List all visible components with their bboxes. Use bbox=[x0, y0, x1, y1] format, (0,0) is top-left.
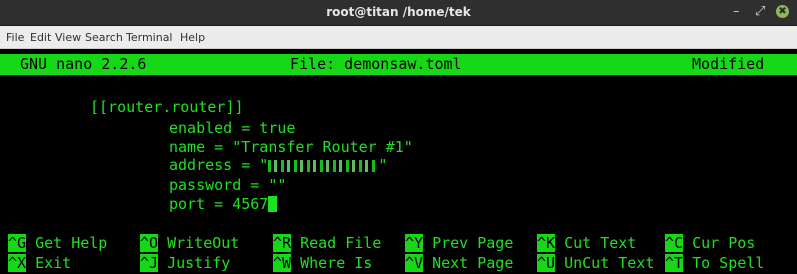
shortcut-label: Read File bbox=[300, 234, 382, 252]
shortcut-label: Next Page bbox=[432, 254, 514, 272]
menu-file[interactable]: File bbox=[6, 31, 24, 44]
menu-edit[interactable]: Edit bbox=[30, 31, 51, 44]
shortcut-next-page[interactable]: ^V Next Page bbox=[405, 254, 513, 272]
shortcut-exit[interactable]: ^X Exit bbox=[8, 254, 71, 272]
editor-line-address: address = " " bbox=[169, 156, 387, 174]
shortcut-key: ^K bbox=[537, 234, 556, 252]
shortcut-prev-page[interactable]: ^Y Prev Page bbox=[405, 234, 513, 252]
shortcut-key: ^U bbox=[537, 254, 556, 272]
editor-line: password = "" bbox=[169, 176, 287, 194]
shortcut-label: To Spell bbox=[692, 254, 765, 272]
shortcut-label: Where Is bbox=[300, 254, 373, 272]
text-cursor bbox=[268, 196, 278, 212]
port-text: port = 4567 bbox=[169, 195, 269, 213]
shortcut-cut-text[interactable]: ^K Cut Text bbox=[537, 234, 636, 252]
shortcut-label: Exit bbox=[35, 254, 72, 272]
shortcut-key: ^Y bbox=[405, 234, 424, 252]
menu-help[interactable]: Help bbox=[180, 31, 205, 44]
shortcut-key: ^V bbox=[405, 254, 424, 272]
window-title: root@titan /home/tek bbox=[326, 5, 471, 19]
address-close: " bbox=[378, 156, 388, 174]
shortcut-label: UnCut Text bbox=[564, 254, 655, 272]
window-titlebar[interactable]: root@titan /home/tek – ⤢ ✖ bbox=[0, 0, 797, 26]
shortcut-label: WriteOut bbox=[167, 234, 240, 252]
terminal-area[interactable]: GNU nano 2.2.6 File: demonsaw.toml Modif… bbox=[0, 49, 797, 274]
shortcut-label: Justify bbox=[167, 254, 231, 272]
shortcut-key: ^G bbox=[8, 234, 27, 252]
shortcut-label: Prev Page bbox=[432, 234, 514, 252]
shortcut-key: ^W bbox=[273, 254, 292, 272]
maximize-icon[interactable]: ⤢ bbox=[755, 4, 765, 19]
minimize-icon[interactable]: – bbox=[733, 4, 740, 19]
menu-view[interactable]: View bbox=[55, 31, 81, 44]
shortcut-where-is[interactable]: ^W Where Is bbox=[273, 254, 372, 272]
editor-line: enabled = true bbox=[169, 119, 296, 137]
shortcut-writeout[interactable]: ^O WriteOut bbox=[140, 234, 239, 252]
shortcut-justify[interactable]: ^J Justify bbox=[140, 254, 230, 272]
shortcut-key: ^J bbox=[140, 254, 159, 272]
shortcut-key: ^R bbox=[273, 234, 292, 252]
editor-line: name = "Transfer Router #1" bbox=[169, 138, 413, 156]
shortcut-to-spell[interactable]: ^T To Spell bbox=[665, 254, 764, 272]
shortcut-key: ^O bbox=[140, 234, 159, 252]
shortcut-cur-pos[interactable]: ^C Cur Pos bbox=[665, 234, 755, 252]
shortcut-get-help[interactable]: ^G Get Help bbox=[8, 234, 107, 252]
menu-search[interactable]: Search bbox=[85, 31, 123, 44]
shortcut-label: Get Help bbox=[35, 234, 108, 252]
shortcut-uncut-text[interactable]: ^U UnCut Text bbox=[537, 254, 654, 272]
menubar: File Edit View Search Terminal Help bbox=[0, 26, 797, 49]
nano-header-bar: GNU nano 2.2.6 File: demonsaw.toml Modif… bbox=[0, 54, 797, 75]
redacted-address bbox=[268, 160, 379, 172]
shortcut-label: Cur Pos bbox=[692, 234, 756, 252]
shortcut-key: ^C bbox=[665, 234, 684, 252]
close-icon[interactable]: ✖ bbox=[776, 5, 789, 18]
editor-line: [[router.router]] bbox=[90, 98, 244, 116]
nano-status: Modified bbox=[692, 55, 765, 73]
shortcut-key: ^T bbox=[665, 254, 684, 272]
shortcut-key: ^X bbox=[8, 254, 27, 272]
shortcut-label: Cut Text bbox=[564, 234, 637, 252]
nano-filename: File: demonsaw.toml bbox=[290, 55, 462, 73]
editor-line-port: port = 4567 bbox=[169, 195, 278, 213]
nano-version: GNU nano 2.2.6 bbox=[20, 55, 147, 73]
address-prefix: address = " bbox=[169, 156, 269, 174]
shortcut-read-file[interactable]: ^R Read File bbox=[273, 234, 381, 252]
menu-terminal[interactable]: Terminal bbox=[126, 31, 173, 44]
